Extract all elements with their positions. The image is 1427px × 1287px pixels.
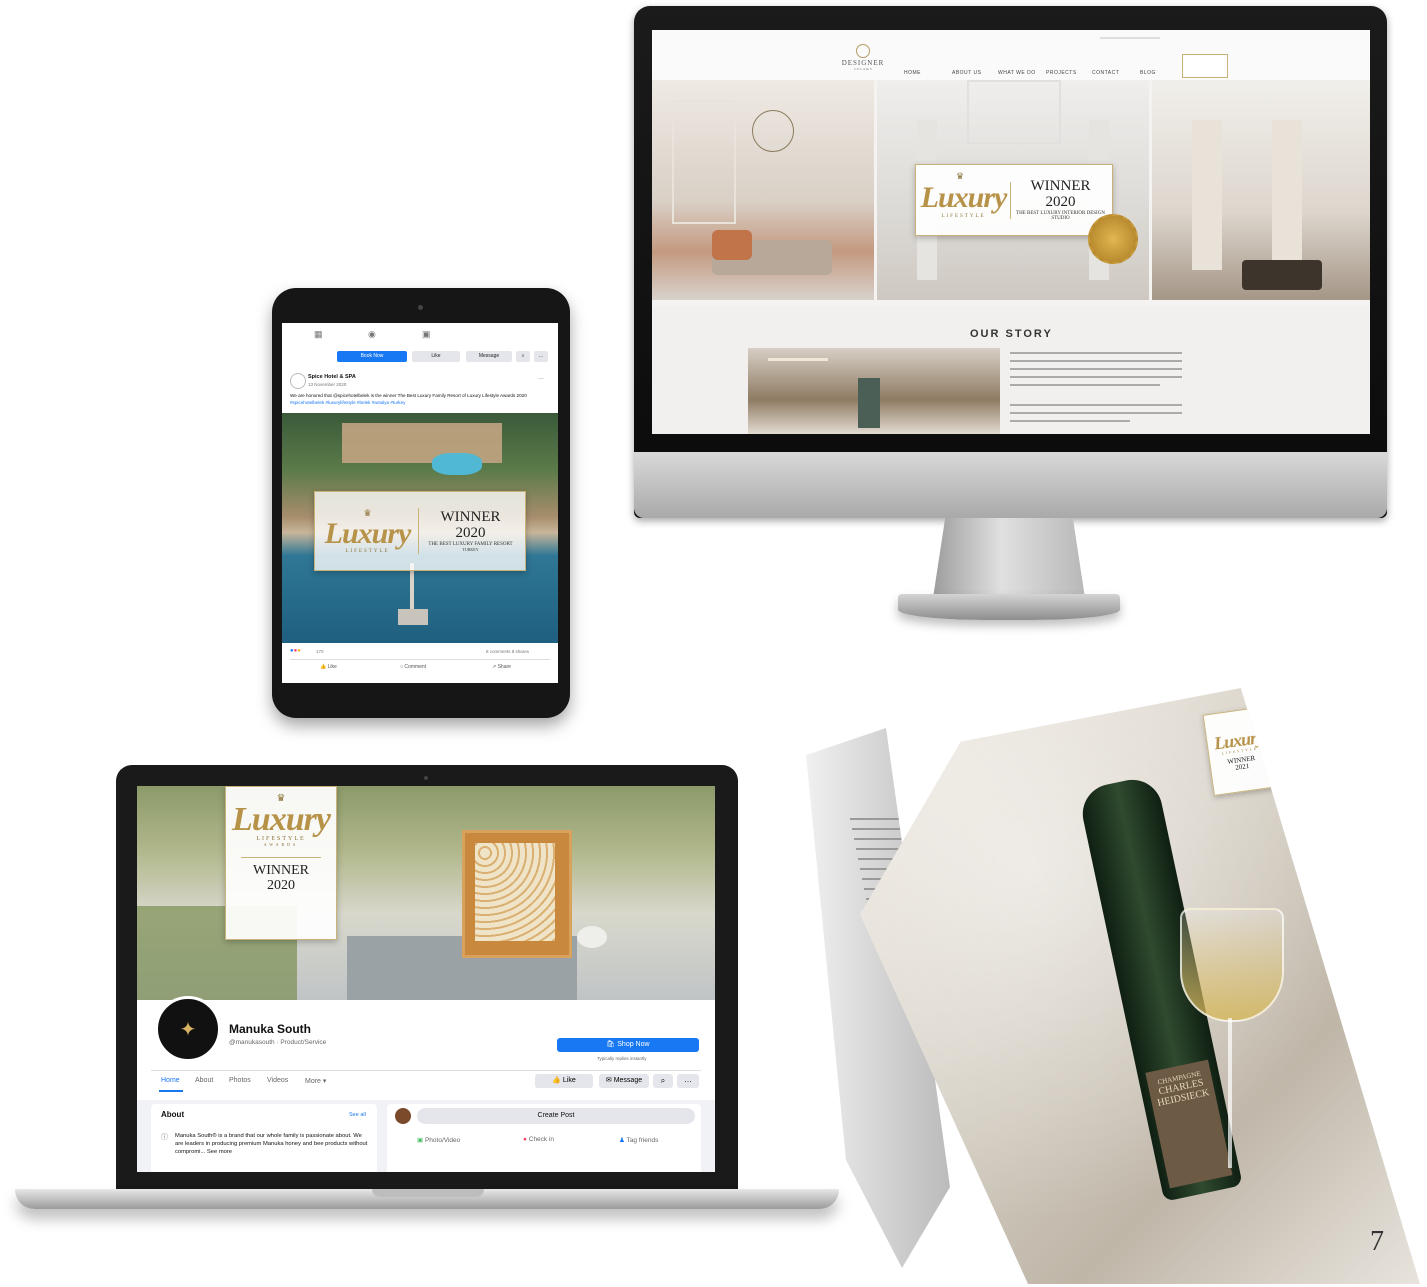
monitor-foot: [898, 594, 1120, 620]
post-share-button[interactable]: ↗ Share: [492, 664, 511, 670]
shop-now-button[interactable]: 🛍 Shop Now: [557, 1038, 699, 1052]
laptop-camera: [424, 776, 428, 780]
hero-room-left: [652, 80, 874, 300]
reaction-count[interactable]: 170: [316, 649, 324, 654]
more-icon[interactable]: …: [677, 1074, 699, 1088]
search-icon[interactable]: ⌕: [516, 351, 530, 362]
champagne-glass: [1180, 908, 1284, 1022]
cover-award-badge: ♛ Luxury LIFESTYLE AWARDS WINNER 2020: [225, 786, 337, 940]
gold-seal-icon: [1088, 214, 1138, 264]
magazine-spread: CHAMPAGNE CHARLES HEIDSIECK Luxury LIFES…: [790, 688, 1420, 1284]
nav-home[interactable]: HOME: [904, 70, 921, 76]
book-now-button[interactable]: Book Now: [337, 351, 407, 362]
info-icon: ⓘ: [161, 1134, 168, 1141]
nav-contact[interactable]: CONTACT: [1092, 70, 1119, 76]
crown-icon: ♛: [956, 171, 965, 181]
page-handle: @manukasouth · Product/Service: [229, 1039, 327, 1046]
tag-friends-button[interactable]: ♟ Tag friends: [619, 1136, 658, 1144]
story-image: [748, 348, 1000, 434]
bottle-label: CHAMPAGNE CHARLES HEIDSIECK: [1145, 1059, 1233, 1189]
glass-stem: [1228, 1018, 1232, 1168]
about-text: Manuka South® is a brand that our whole …: [175, 1133, 368, 1155]
groups-icon[interactable]: ◉: [368, 329, 376, 340]
check-in-button[interactable]: ● Check in: [523, 1136, 554, 1143]
profile-avatar[interactable]: ✦: [155, 996, 221, 1062]
bee-icon: ✦: [179, 1018, 197, 1041]
tablet-facebook-screen: ▦ ◉ ▣ Book Now Like Message ⌕ … Spice Ho…: [282, 323, 558, 683]
page-title: Manuka South: [229, 1022, 312, 1036]
honey-frame: [462, 830, 572, 958]
tab-home[interactable]: Home: [161, 1077, 180, 1084]
tab-videos[interactable]: Videos: [267, 1077, 288, 1084]
tablet-award-badge: ♛ Luxury LIFESTYLE WINNER 2020 THE BEST …: [314, 491, 526, 571]
nav-projects[interactable]: PROJECTS: [1046, 70, 1077, 76]
tab-photos[interactable]: Photos: [229, 1077, 251, 1084]
message-button[interactable]: ✉ Message: [599, 1074, 649, 1088]
user-avatar[interactable]: [395, 1108, 411, 1124]
create-post-input[interactable]: Create Post: [417, 1108, 695, 1124]
nav-about-us[interactable]: ABOUT US: [952, 70, 981, 76]
more-icon[interactable]: …: [534, 351, 548, 362]
post-comment-button[interactable]: ○ Comment: [400, 664, 426, 670]
header-award-badge: [1182, 54, 1228, 78]
shop-icon[interactable]: ▦: [314, 329, 323, 340]
laptop-notch: [372, 1189, 484, 1197]
comments-shares[interactable]: 8 comments 8 shares: [486, 649, 529, 654]
section-title: OUR STORY: [970, 328, 1053, 340]
see-all-link[interactable]: See all: [349, 1112, 366, 1118]
nav-what-we-do[interactable]: WHAT WE DO: [998, 70, 1036, 76]
tab-about[interactable]: About: [195, 1077, 213, 1084]
monitor-stand: [933, 518, 1085, 598]
hero-room-right: [1152, 80, 1370, 300]
page-number: 7: [1370, 1226, 1384, 1257]
search-icon[interactable]: ⌕: [653, 1074, 673, 1088]
desktop-award-badge: ♛ Luxury LIFESTYLE WINNER 2020 THE BEST …: [915, 164, 1113, 236]
photo-video-button[interactable]: ▣ Photo/Video: [417, 1136, 460, 1144]
post-text: We are honored that @spicehotelbelek is …: [290, 393, 527, 405]
like-page-button[interactable]: Like: [412, 351, 460, 362]
cover-photo[interactable]: [137, 786, 715, 1000]
post-options-icon[interactable]: …: [538, 375, 544, 381]
post-like-button[interactable]: 👍 Like: [320, 664, 337, 670]
monitor-chin: [634, 452, 1387, 518]
about-title: About: [161, 1110, 185, 1119]
tab-more[interactable]: More ▾: [305, 1077, 326, 1085]
avatar[interactable]: [290, 373, 306, 389]
gaming-icon[interactable]: ▣: [422, 329, 431, 340]
nav-blog[interactable]: BLOG: [1140, 70, 1156, 76]
response-time: Typically replies instantly: [597, 1056, 647, 1061]
reactions-icon[interactable]: ●●●: [290, 648, 301, 654]
like-page-button[interactable]: 👍 Like: [535, 1074, 593, 1088]
site-logo[interactable]: DESIGNER L E L A & S: [838, 44, 888, 71]
post-page-name[interactable]: Spice Hotel & SPA: [308, 374, 356, 380]
post-date[interactable]: 13 November 2020: [308, 382, 346, 387]
magazine-award-badge: Luxury LIFESTYLE WINNER 2021: [1202, 705, 1278, 797]
laptop-facebook-screen: ♛ Luxury LIFESTYLE AWARDS WINNER 2020 ✦ …: [137, 786, 715, 1172]
tablet-camera: [418, 305, 423, 310]
active-tab-indicator: [159, 1090, 183, 1092]
desktop-website-screen: DESIGNER L E L A & S HOME ABOUT US WHAT …: [652, 30, 1370, 434]
message-button[interactable]: Message: [466, 351, 512, 362]
